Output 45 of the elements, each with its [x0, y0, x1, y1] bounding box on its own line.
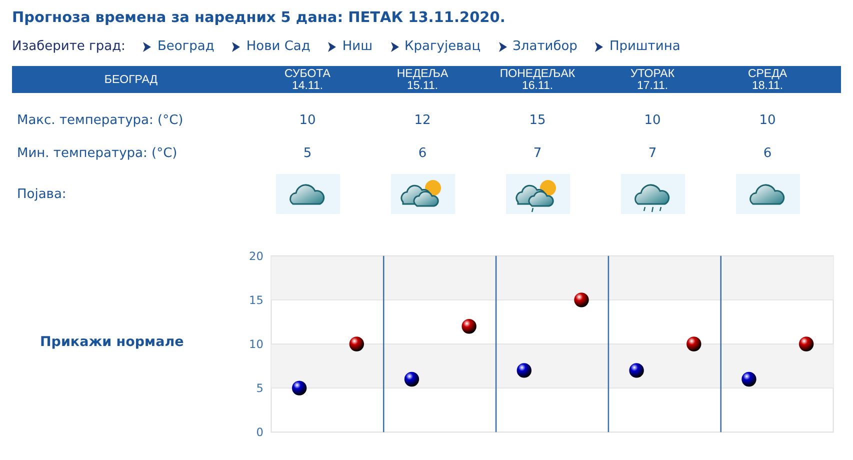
table-cell-text: 12	[413, 112, 432, 130]
axis-label: 10	[248, 338, 264, 351]
table-cell-text: 6	[417, 148, 428, 158]
day-header: СУБОТА 14.11.	[250, 66, 365, 93]
axis-label: 0	[256, 426, 264, 440]
row-label: Макс. температура: (°C)	[16, 112, 184, 130]
table-cell-text: 15	[528, 112, 547, 130]
row-label: Мин. температура: (°C)	[16, 148, 178, 158]
arrow-icon	[390, 42, 399, 52]
axis-label: 5	[256, 382, 264, 395]
city-header: БЕОГРАД	[12, 66, 250, 93]
day-header: НЕДЕЉА 15.11.	[365, 66, 480, 93]
city-link[interactable]: Крагујевац	[390, 39, 481, 54]
table-cell-text: 10	[758, 112, 777, 130]
arrow-icon	[595, 42, 604, 52]
table-cell-text: 6	[762, 148, 773, 158]
day-header: УТОРАК 17.11.	[595, 66, 710, 93]
weather-icon	[736, 174, 800, 214]
city-link[interactable]: Нови Сад	[232, 39, 310, 54]
table-cell-text: 10	[298, 112, 317, 130]
weather-icon	[506, 174, 570, 214]
arrow-icon	[143, 42, 152, 52]
city-link[interactable]: Београд	[143, 39, 214, 54]
arrow-icon	[328, 42, 336, 52]
day-header: СРЕДА 18.11.	[710, 66, 825, 93]
weather-icon	[276, 174, 340, 214]
axis-label: 20	[248, 250, 264, 263]
city-link[interactable]: Приштина	[595, 39, 680, 54]
show-normals-link[interactable]: Прикажи нормале	[12, 244, 234, 439]
arrow-icon	[232, 42, 240, 52]
row-label: Појава:	[16, 186, 68, 204]
page-title: Прогноза времена за наредних 5 дана: ПЕТАК 13.11.2020.	[12, 10, 506, 26]
header-cell	[825, 66, 841, 93]
weather-icon	[620, 174, 684, 214]
day-header: ПОНЕДЕЉАК 16.11.	[480, 66, 595, 93]
city-link[interactable]: Ниш	[328, 39, 373, 54]
city-link[interactable]: Златибор	[498, 39, 578, 54]
table-cell-text: 7	[647, 148, 658, 158]
weather-icon	[390, 174, 454, 214]
arrow-icon	[498, 42, 507, 52]
axis-label: 15	[248, 294, 264, 307]
table-cell-text: 5	[302, 148, 313, 158]
city-picker-label: Изаберите град:	[12, 39, 126, 54]
table-cell-text: 10	[643, 112, 662, 130]
table-cell-text: 7	[532, 148, 543, 158]
